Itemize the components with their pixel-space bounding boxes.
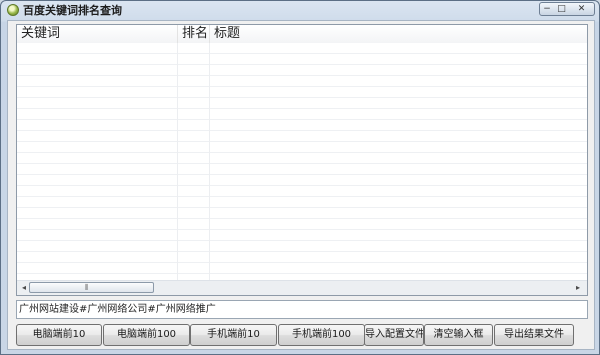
- column-header-keyword[interactable]: 关键词: [17, 25, 178, 43]
- horizontal-scrollbar[interactable]: ◂ ⦀ ▸: [17, 280, 587, 295]
- client-area: 关键词 排名 标题 ◂ ⦀ ▸ 广州网站建设#广州网络公司#广州网络推广 电脑端…: [7, 20, 595, 350]
- minimize-button[interactable]: −: [539, 2, 555, 16]
- pc-top10-button[interactable]: 电脑端前10: [16, 324, 102, 346]
- table-body[interactable]: [17, 43, 587, 281]
- title-bar[interactable]: 百度关键词排名查询 − □ ✕: [1, 1, 599, 21]
- maximize-button[interactable]: □: [554, 2, 570, 16]
- column-divider: [177, 43, 178, 281]
- mobile-top10-button[interactable]: 手机端前10: [190, 324, 277, 346]
- scroll-left-arrow-icon[interactable]: ◂: [19, 283, 29, 293]
- clear-input-button[interactable]: 清空输入框: [424, 324, 493, 346]
- grip-icon: ⦀: [85, 283, 89, 292]
- export-result-button[interactable]: 导出结果文件: [494, 324, 574, 346]
- app-icon: [7, 4, 19, 16]
- scroll-right-arrow-icon[interactable]: ▸: [573, 283, 583, 293]
- pc-top100-button[interactable]: 电脑端前100: [103, 324, 190, 346]
- scrollbar-thumb[interactable]: ⦀: [29, 282, 154, 293]
- import-config-button[interactable]: 导入配置文件: [364, 324, 424, 346]
- column-header-title[interactable]: 标题: [210, 25, 587, 43]
- keyword-input[interactable]: 广州网站建设#广州网络公司#广州网络推广: [16, 300, 588, 319]
- window-title: 百度关键词排名查询: [23, 4, 122, 17]
- column-header-rank[interactable]: 排名: [178, 25, 210, 43]
- mobile-top100-button[interactable]: 手机端前100: [278, 324, 365, 346]
- table-header: 关键词 排名 标题: [17, 25, 587, 44]
- app-window: 百度关键词排名查询 − □ ✕ 关键词 排名 标题 ◂ ⦀ ▸ 广州网站建设#广…: [0, 0, 600, 355]
- results-table[interactable]: 关键词 排名 标题 ◂ ⦀ ▸: [16, 24, 588, 296]
- close-button[interactable]: ✕: [569, 2, 595, 16]
- column-divider: [209, 43, 210, 281]
